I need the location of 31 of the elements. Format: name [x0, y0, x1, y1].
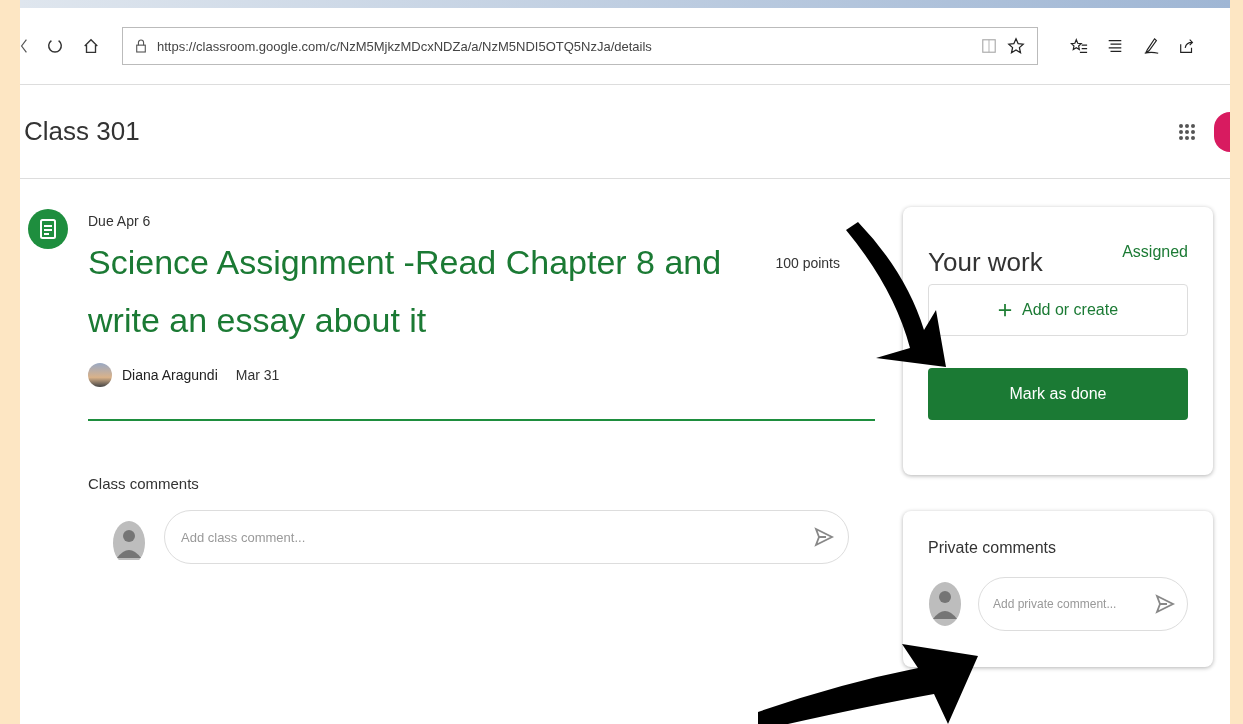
author-avatar: [88, 363, 112, 387]
post-date: Mar 31: [235, 367, 280, 383]
add-or-create-button[interactable]: Add or create: [928, 284, 1188, 336]
mark-as-done-button[interactable]: Mark as done: [928, 368, 1188, 420]
address-bar[interactable]: https://classroom.google.com/c/NzM5MjkzMDcxNDZa/a/NzM5NDI5OTQ5NzJa/details: [122, 27, 1038, 65]
assignment-icon: [28, 209, 68, 249]
back-icon[interactable]: [20, 37, 28, 55]
favorites-icon[interactable]: [1070, 37, 1088, 55]
private-comments-label: Private comments: [928, 539, 1058, 557]
assignment-title: Science Assignment -Read Chapter 8 and write an essay about it: [88, 242, 723, 341]
author-name: Diana Aragundi: [122, 367, 218, 383]
private-comment-field[interactable]: Add private comment...: [978, 577, 1188, 631]
class-comments-label: Class comments: [88, 475, 200, 492]
home-icon[interactable]: [82, 37, 100, 55]
your-work-title: Your work: [928, 247, 1043, 278]
due-date: Due Apr 6: [88, 213, 152, 229]
user-avatar-icon: [928, 581, 962, 627]
lock-icon: [135, 38, 147, 54]
status-label: Assigned: [1122, 243, 1188, 261]
points-label: 100 points: [775, 255, 840, 271]
list-icon[interactable]: [1106, 37, 1124, 55]
class-comment-field[interactable]: Add class comment...: [164, 510, 849, 564]
url-text: https://classroom.google.com/c/NzM5MjkzMDcxNDZa/a/NzM5NDI5OTQ5NzJa/details: [157, 38, 653, 54]
send-icon[interactable]: [813, 526, 835, 548]
share-icon[interactable]: [1178, 37, 1196, 55]
class-title: Class 301: [24, 116, 141, 147]
apps-grid-icon[interactable]: [1178, 122, 1196, 141]
plus-icon: [997, 303, 1012, 317]
pen-icon[interactable]: [1142, 37, 1160, 55]
star-icon[interactable]: [1007, 37, 1025, 55]
send-icon[interactable]: [1154, 593, 1176, 615]
